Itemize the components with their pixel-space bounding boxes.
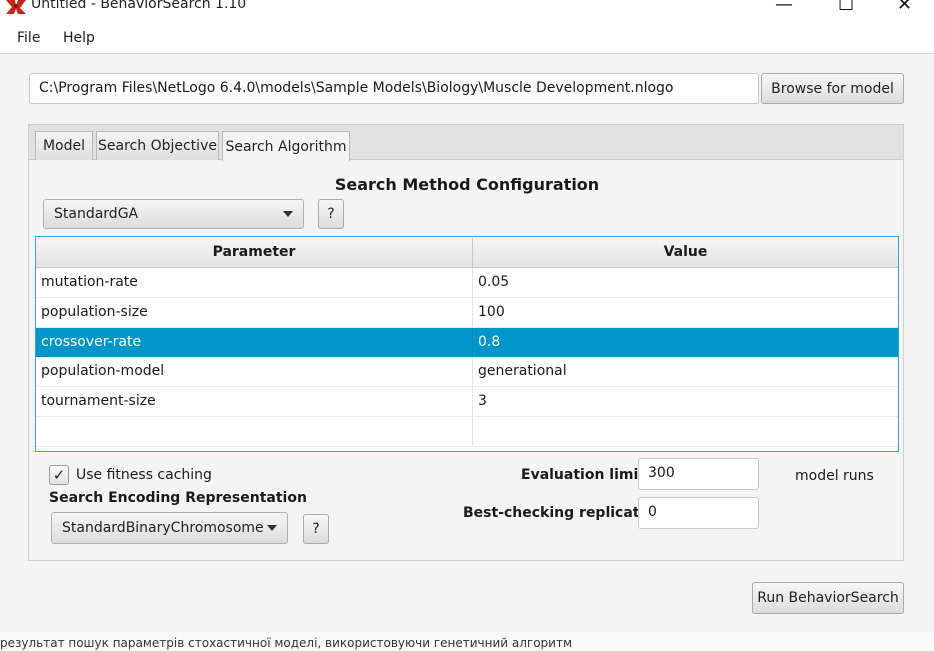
maximize-icon[interactable]: ☐ [838,0,854,15]
run-behaviorsearch-button[interactable]: Run BehaviorSearch [752,582,904,614]
menu-help[interactable]: Help [63,30,95,46]
evaluation-limit-input[interactable]: 300 [638,458,759,490]
fitness-caching-label: Use fitness caching [76,467,212,483]
parameter-value[interactable]: 0.05 [478,274,509,290]
evaluation-limit-label: Evaluation limit: [521,467,651,483]
browse-model-button[interactable]: Browse for model [761,73,904,104]
search-method-value: StandardGA [54,206,139,222]
search-method-dropdown[interactable]: StandardGA [43,199,304,229]
search-method-help-button[interactable]: ? [318,199,344,229]
encoding-label: Search Encoding Representation [49,490,307,506]
tab-search-algorithm[interactable]: Search Algorithm [222,131,350,161]
parameter-value[interactable]: 0.8 [478,334,500,350]
chevron-down-icon [283,211,293,217]
model-path-field[interactable]: C:\Program Files\NetLogo 6.4.0\models\Sa… [29,73,759,104]
model-runs-label: model runs [795,468,874,484]
parameter-value[interactable]: generational [478,363,567,379]
close-icon[interactable]: ✕ [897,0,912,15]
parameter-name: mutation-rate [41,274,138,290]
table-row[interactable]: population-size 100 [36,298,898,328]
parameter-value[interactable]: 100 [478,304,505,320]
parameter-name: population-size [41,304,148,320]
encoding-dropdown[interactable]: StandardBinaryChromosome [51,512,288,544]
parameter-name: crossover-rate [41,334,142,350]
parameter-name: population-model [41,363,165,379]
parameter-value[interactable]: 3 [478,393,487,409]
encoding-help-button[interactable]: ? [303,514,329,544]
table-row-selected[interactable]: crossover-rate 0.8 [36,328,898,358]
behaviorsearch-logo-icon [6,0,26,14]
background-text: результат пошук параметрів стохастичної … [0,636,573,650]
table-row[interactable]: population-model generational [36,357,898,387]
tab-model[interactable]: Model [35,131,93,160]
parameter-name: tournament-size [41,393,156,409]
fitness-caching-checkbox[interactable]: ✓ [49,465,69,485]
table-row[interactable]: mutation-rate 0.05 [36,268,898,298]
section-title: Search Method Configuration [334,175,600,194]
header-value[interactable]: Value [473,244,898,260]
encoding-value: StandardBinaryChromosome [62,520,264,536]
tab-search-objective[interactable]: Search Objective [96,131,219,160]
best-checking-label: Best-checking replicates: [463,505,663,521]
window-title: Untitled - BehaviorSearch 1.10 [31,0,247,12]
best-checking-input[interactable]: 0 [638,497,759,529]
header-parameter[interactable]: Parameter [36,244,472,260]
table-row-empty[interactable] [36,417,898,447]
chevron-down-icon [267,525,277,531]
menu-file[interactable]: File [17,30,40,46]
table-row[interactable]: tournament-size 3 [36,387,898,417]
minimize-icon[interactable]: — [775,0,793,15]
menu-bar [0,22,934,54]
